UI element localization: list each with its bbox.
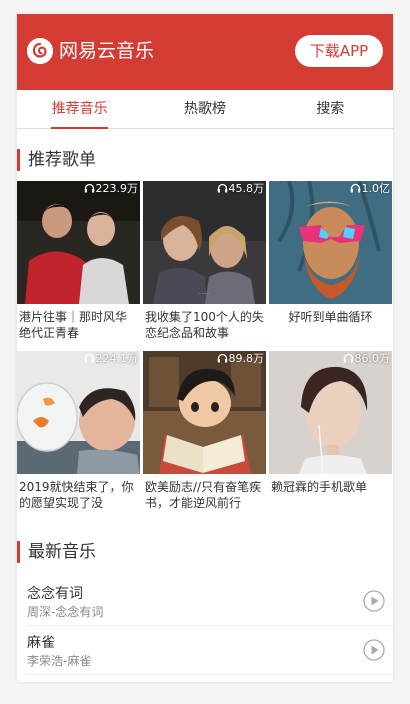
song-title: 麻雀 <box>27 635 55 651</box>
playlist-cover: ........ 45.8万 <box>143 181 266 304</box>
playlist-name: 2019就快结束了，你的愿望实现了没 <box>19 480 134 510</box>
play-count: 1.0亿 <box>350 182 390 196</box>
headphone-icon <box>217 183 227 193</box>
playlist-cover: 223.9万 <box>17 181 140 304</box>
headphone-icon <box>350 183 360 193</box>
playlist-grid: 223.9万 港片往事｜那时风华绝代正青春 ........ 45.8万 我收集… <box>17 181 393 521</box>
top-bar: 网易云音乐 下载APP <box>17 14 393 90</box>
headphone-icon <box>217 353 227 363</box>
playlist-card[interactable]: 86.0万 赖冠霖的手机歌单 <box>269 351 392 521</box>
play-count: 223.9万 <box>84 182 138 196</box>
netease-music-logo-icon <box>27 38 53 64</box>
headphone-icon <box>84 353 94 363</box>
playlist-cover: 224.1万 <box>17 351 140 474</box>
playlist-card[interactable]: ........ 45.8万 我收集了100个人的失恋纪念品和故事 <box>143 181 266 351</box>
play-icon[interactable] <box>363 590 385 612</box>
tab-recommended-music[interactable]: 推荐音乐 <box>17 90 142 129</box>
playlist-cover: 86.0万 <box>269 351 392 474</box>
app-title: 网易云音乐 <box>59 40 155 62</box>
playlist-name: 港片往事｜那时风华绝代正青春 <box>19 310 128 340</box>
playlist-cover: 89.8万 <box>143 351 266 474</box>
tab-hot-songs[interactable]: 热歌榜 <box>142 90 267 128</box>
song-item[interactable]: 麻雀 李荣浩-麻雀 <box>27 626 393 675</box>
playlist-cover: 1.0亿 <box>269 181 392 304</box>
latest-music-title: 最新音乐 <box>17 541 393 563</box>
recommended-playlists-title: 推荐歌单 <box>17 149 393 171</box>
playlist-name: 欧美励志//只有奋笔疾书，才能逆风前行 <box>145 480 262 510</box>
tab-bar: 推荐音乐 热歌榜 搜索 <box>17 90 393 129</box>
play-icon[interactable] <box>363 639 385 661</box>
playlist-card[interactable]: 1.0亿 好听到单曲循环 <box>269 181 392 351</box>
play-count: 45.8万 <box>217 182 264 196</box>
svg-text:........: ........ <box>199 290 209 295</box>
song-title: 念念有词 <box>27 586 83 602</box>
playlist-name: 好听到单曲循环 <box>288 310 373 324</box>
song-list: 念念有词 周深-念念有词 麻雀 李荣浩-麻雀 <box>17 577 393 675</box>
song-item[interactable]: 念念有词 周深-念念有词 <box>27 577 393 626</box>
headphone-icon <box>343 353 353 363</box>
playlist-card[interactable]: 89.8万 欧美励志//只有奋笔疾书，才能逆风前行 <box>143 351 266 521</box>
playlist-card[interactable]: 224.1万 2019就快结束了，你的愿望实现了没 <box>17 351 140 521</box>
song-artist: 周深-念念有词 <box>27 605 104 619</box>
download-app-button[interactable]: 下载APP <box>295 35 383 67</box>
play-count: 224.1万 <box>84 352 138 366</box>
playlist-card[interactable]: 223.9万 港片往事｜那时风华绝代正青春 <box>17 181 140 351</box>
song-artist: 李荣浩-麻雀 <box>27 654 92 668</box>
headphone-icon <box>84 183 94 193</box>
play-count: 89.8万 <box>217 352 264 366</box>
playlist-name: 我收集了100个人的失恋纪念品和故事 <box>145 310 264 340</box>
app-screen: 网易云音乐 下载APP 推荐音乐 热歌榜 搜索 推荐歌单 223.9万 港片往事… <box>17 14 393 682</box>
play-count: 86.0万 <box>343 352 390 366</box>
playlist-name: 赖冠霖的手机歌单 <box>271 480 368 494</box>
tab-search[interactable]: 搜索 <box>268 90 393 128</box>
